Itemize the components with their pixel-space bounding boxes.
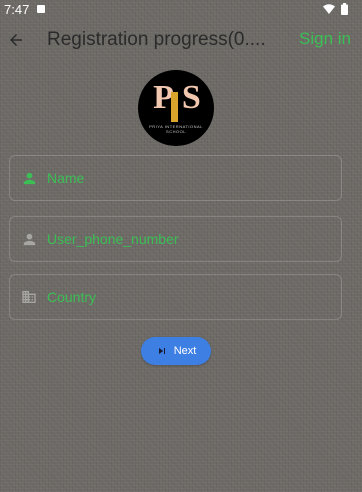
- battery-icon: [341, 3, 348, 15]
- sign-in-button[interactable]: Sign in: [299, 29, 351, 49]
- school-logo: PS PRIYA INTERNATIONAL SCHOOL: [138, 70, 214, 146]
- building-icon: [19, 287, 39, 307]
- page-title: Registration progress(0....: [47, 29, 266, 50]
- logo-tagline: PRIYA INTERNATIONAL SCHOOL: [149, 124, 203, 134]
- phone-field[interactable]: [9, 216, 342, 262]
- logo-letter-s: S: [181, 79, 201, 116]
- status-time: 7:47: [4, 2, 30, 17]
- wifi-icon: [323, 4, 335, 14]
- person-icon: [19, 229, 39, 249]
- next-button[interactable]: Next: [141, 337, 211, 365]
- status-bar: 7:47: [0, 0, 362, 20]
- country-field[interactable]: [9, 274, 342, 320]
- phone-input[interactable]: [47, 231, 297, 247]
- notification-icon: [37, 5, 45, 13]
- name-field[interactable]: [9, 155, 342, 201]
- skip-next-icon: [158, 348, 165, 354]
- logo-letter-p: P: [153, 79, 174, 116]
- status-indicators: [323, 3, 348, 15]
- back-button[interactable]: [4, 28, 28, 52]
- logo-letter-i: [171, 92, 178, 122]
- next-button-label: Next: [173, 345, 197, 357]
- name-input[interactable]: [47, 170, 297, 186]
- app-bar: Registration progress(0.... Sign in: [0, 20, 362, 60]
- arrow-back-icon: [10, 34, 22, 46]
- country-input[interactable]: [47, 289, 297, 305]
- person-icon: [19, 168, 39, 188]
